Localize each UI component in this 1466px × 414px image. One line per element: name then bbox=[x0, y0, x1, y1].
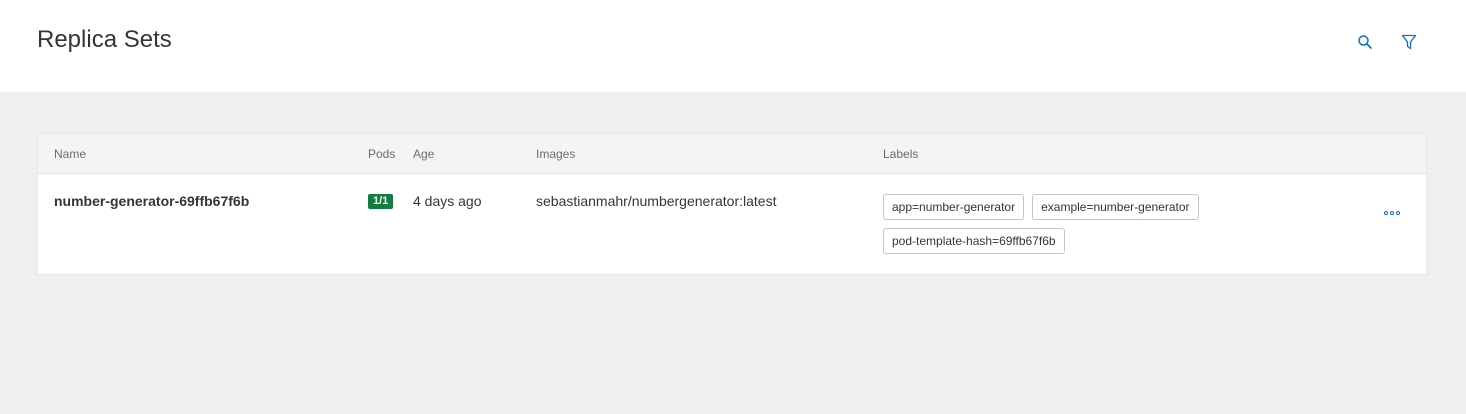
overflow-menu-icon bbox=[1384, 211, 1388, 215]
overflow-menu-icon bbox=[1390, 211, 1394, 215]
column-header-labels[interactable]: Labels bbox=[883, 147, 918, 161]
replica-sets-table: Name Pods Age Images Labels number-gener… bbox=[37, 133, 1427, 275]
replica-set-name-link[interactable]: number-generator-69ffb67f6b bbox=[54, 193, 249, 209]
column-header-age[interactable]: Age bbox=[413, 147, 434, 161]
overflow-menu-icon bbox=[1396, 211, 1400, 215]
table-header: Name Pods Age Images Labels bbox=[38, 134, 1426, 174]
labels-list: app=number-generator example=number-gene… bbox=[883, 194, 1213, 254]
column-header-images[interactable]: Images bbox=[536, 147, 575, 161]
label-chip: app=number-generator bbox=[883, 194, 1025, 220]
age-value: 4 days ago bbox=[413, 193, 482, 209]
page-header: Replica Sets bbox=[0, 0, 1466, 92]
search-button[interactable] bbox=[1352, 30, 1378, 54]
label-chip: pod-template-hash=69ffb67f6b bbox=[883, 228, 1065, 254]
filter-button[interactable] bbox=[1396, 30, 1422, 54]
pods-status-badge: 1/1 bbox=[368, 194, 394, 209]
content-area: Name Pods Age Images Labels number-gener… bbox=[0, 92, 1466, 414]
table-row[interactable]: number-generator-69ffb67f6b 1/1 4 days a… bbox=[38, 174, 1426, 274]
column-header-pods[interactable]: Pods bbox=[368, 147, 395, 161]
row-actions-button[interactable] bbox=[1380, 208, 1404, 218]
image-value: sebastianmahr/numbergenerator:latest bbox=[536, 193, 777, 209]
page-title: Replica Sets bbox=[37, 26, 172, 53]
search-icon bbox=[1358, 35, 1372, 49]
label-chip: example=number-generator bbox=[1032, 194, 1199, 220]
header-actions bbox=[1352, 30, 1422, 54]
column-header-name[interactable]: Name bbox=[54, 147, 86, 161]
filter-icon bbox=[1401, 34, 1417, 50]
